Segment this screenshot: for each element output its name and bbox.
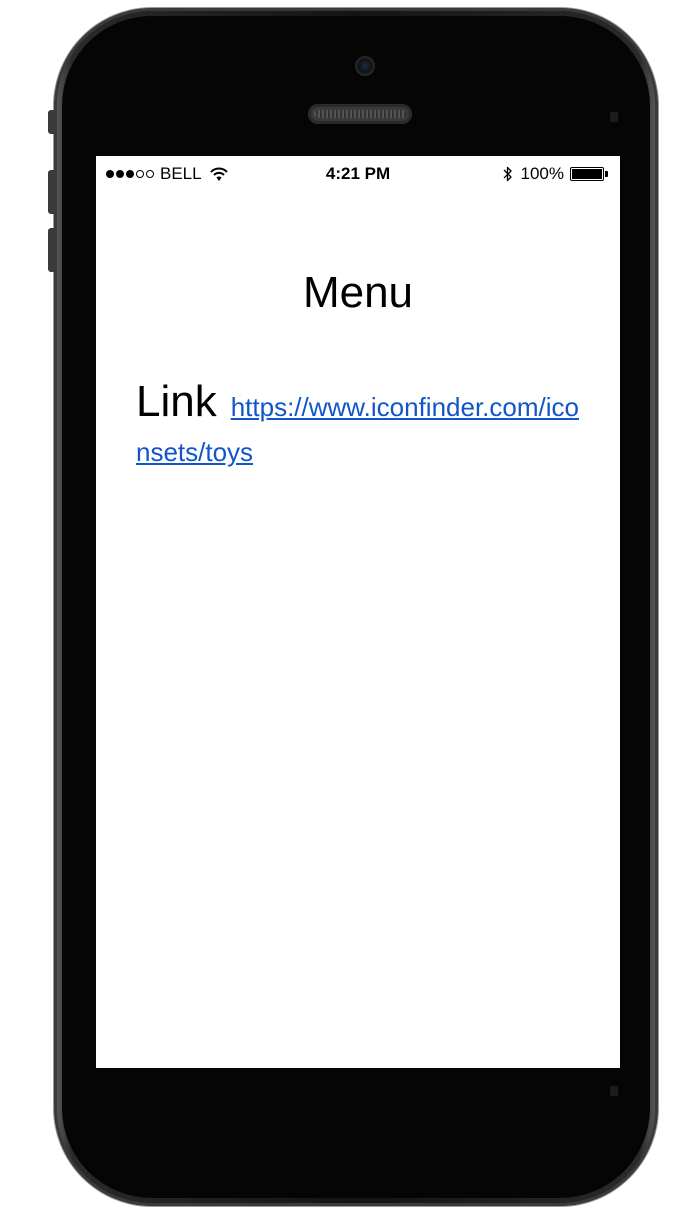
battery-fill bbox=[572, 169, 602, 179]
bottom-sensor bbox=[610, 1086, 618, 1096]
mute-switch bbox=[48, 110, 56, 134]
front-camera bbox=[355, 56, 375, 76]
status-bar: BELL 4:21 PM 100% bbox=[96, 156, 620, 196]
volume-up-button bbox=[48, 170, 56, 214]
battery-body bbox=[570, 167, 604, 181]
volume-down-button bbox=[48, 228, 56, 272]
link-label: Link bbox=[136, 377, 217, 426]
page-title: Menu bbox=[302, 268, 414, 317]
battery-tip bbox=[605, 171, 608, 177]
battery-icon bbox=[570, 167, 610, 181]
earpiece-speaker bbox=[308, 104, 412, 124]
status-right: 100% bbox=[503, 164, 610, 184]
bluetooth-icon bbox=[503, 166, 512, 182]
proximity-sensor bbox=[610, 112, 618, 122]
menu-content: Link https://www.iconfinder.com/iconsets/… bbox=[136, 380, 586, 477]
phone-screen: BELL 4:21 PM 100% Menu Link https://www.i… bbox=[96, 156, 620, 1068]
battery-percent: 100% bbox=[520, 164, 564, 183]
